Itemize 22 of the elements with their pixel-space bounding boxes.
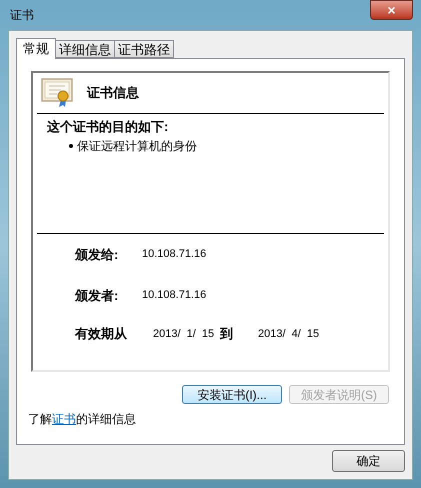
- purpose-item: 保证远程计算机的身份: [47, 136, 384, 154]
- tab[interactable]: 常规: [16, 38, 56, 59]
- field-value: 10.108.71.16: [142, 247, 206, 262]
- section-heading: 证书信息: [87, 84, 139, 102]
- purpose-title: 这个证书的目的如下:: [47, 118, 170, 136]
- field-value: 10.108.71.16: [142, 288, 206, 304]
- field-label: 颁发者:: [75, 286, 120, 305]
- field-value: 2013/ 4/ 15: [258, 326, 320, 342]
- tab[interactable]: 详细信息: [56, 40, 115, 58]
- close-button[interactable]: ×: [370, 0, 413, 20]
- ok-button[interactable]: 确定: [332, 450, 405, 472]
- field-value: 2013/ 1/ 15: [153, 326, 216, 342]
- certificate-link[interactable]: 证书: [52, 412, 76, 426]
- field-label: 有效期从: [75, 325, 128, 344]
- bullet-icon: [69, 144, 73, 148]
- learn-more-text: 了解证书的详细信息: [28, 411, 137, 428]
- certificate-icon: [41, 78, 75, 108]
- tab[interactable]: 证书路径: [115, 40, 174, 58]
- action-button[interactable]: 安装证书(I)...: [182, 385, 282, 404]
- window-title: 证书: [9, 7, 34, 24]
- field-label: 到: [220, 325, 234, 344]
- field-label: 颁发给:: [75, 246, 120, 264]
